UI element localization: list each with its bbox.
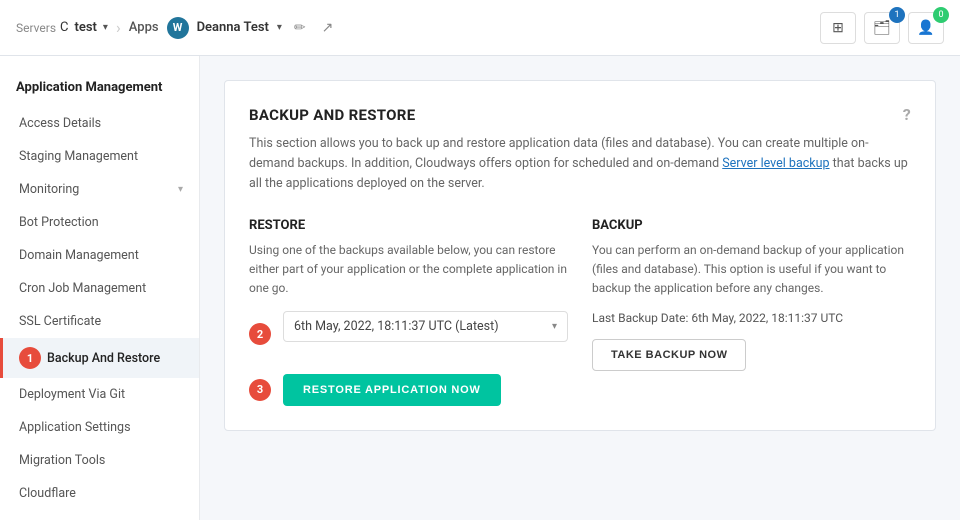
sidebar-item-domain-management[interactable]: Domain Management <box>0 239 199 272</box>
sidebar-item-deployment[interactable]: Deployment Via Git <box>0 378 199 411</box>
inbox-icon: 🗂 <box>873 20 891 36</box>
sidebar-item-label: Migration Tools <box>19 453 105 468</box>
inbox-button[interactable]: 🗂 1 <box>864 12 900 44</box>
sidebar-item-migration[interactable]: Migration Tools <box>0 444 199 477</box>
servers-label: Servers <box>16 21 56 35</box>
apps-section: Apps <box>129 20 163 35</box>
sidebar-item-label: Staging Management <box>19 149 138 164</box>
apps-label: Apps <box>129 20 159 35</box>
edit-icon[interactable]: ✏ <box>290 18 310 38</box>
sidebar-item-cron-job[interactable]: Cron Job Management <box>0 272 199 305</box>
sidebar-item-label: Backup And Restore <box>47 351 160 366</box>
top-navigation: Servers C test ▾ › Apps W Deanna Test ▾ … <box>0 0 960 56</box>
servers-section: Servers <box>16 21 56 35</box>
user-icon: 👤 <box>917 20 934 36</box>
chevron-down-icon: ▾ <box>178 184 183 195</box>
sidebar-item-ssl[interactable]: SSL Certificate <box>0 305 199 338</box>
user-badge: 0 <box>933 7 949 23</box>
sidebar-badge-1: 1 <box>19 347 41 369</box>
nav-right-controls: ⊞ 🗂 1 👤 0 <box>820 12 944 44</box>
sidebar-item-bot-protection[interactable]: Bot Protection <box>0 206 199 239</box>
restore-description: Using one of the backups available below… <box>249 241 568 299</box>
backup-dropdown[interactable]: 6th May, 2022, 18:11:37 UTC (Latest) ▾ <box>283 311 568 342</box>
section-heading: BACKUP AND RESTORE <box>249 106 415 124</box>
page-layout: Application Management Access Details St… <box>0 56 960 520</box>
app-name: Deanna Test <box>197 20 269 35</box>
nav-separator: › <box>116 18 121 37</box>
sidebar-item-label: Monitoring <box>19 182 79 197</box>
restore-application-button[interactable]: RESTORE APPLICATION NOW <box>283 374 501 406</box>
restore-section: RESTORE Using one of the backups availab… <box>249 218 568 406</box>
grid-view-button[interactable]: ⊞ <box>820 12 856 44</box>
sidebar-item-backup-restore[interactable]: 1 Backup And Restore <box>0 338 199 378</box>
server-level-backup-link[interactable]: Server level backup <box>722 156 829 171</box>
sidebar-item-label: Deployment Via Git <box>19 387 125 402</box>
server-icon: C <box>60 20 68 35</box>
last-backup-date: Last Backup Date: 6th May, 2022, 18:11:3… <box>592 311 911 325</box>
section-title: BACKUP AND RESTORE ? <box>249 105 911 124</box>
restore-step-3-badge: 3 <box>249 379 271 401</box>
sidebar-item-label: Cloudflare <box>19 486 76 501</box>
two-column-section: RESTORE Using one of the backups availab… <box>249 218 911 406</box>
app-dropdown-arrow[interactable]: ▾ <box>277 22 282 33</box>
section-description: This section allows you to back up and r… <box>249 134 911 194</box>
sidebar-item-label: SSL Certificate <box>19 314 101 329</box>
help-icon[interactable]: ? <box>903 105 911 124</box>
sidebar-item-access-details[interactable]: Access Details <box>0 107 199 140</box>
sidebar-item-label: Bot Protection <box>19 215 99 230</box>
sidebar-item-app-settings[interactable]: Application Settings <box>0 411 199 444</box>
sidebar-item-label: Application Settings <box>19 420 131 435</box>
restore-step-2-badge: 2 <box>249 323 271 345</box>
user-button[interactable]: 👤 0 <box>908 12 944 44</box>
backup-title: BACKUP <box>592 218 911 233</box>
backup-description: You can perform an on-demand backup of y… <box>592 241 911 299</box>
sidebar-item-monitoring[interactable]: Monitoring ▾ <box>0 173 199 206</box>
server-dropdown-arrow[interactable]: ▾ <box>103 22 108 33</box>
sidebar-section-title: Application Management <box>0 72 199 107</box>
wp-icon: W <box>167 17 189 39</box>
dropdown-selected-value: 6th May, 2022, 18:11:37 UTC (Latest) <box>294 319 499 334</box>
external-link-icon[interactable]: ↗ <box>318 18 338 38</box>
sidebar-item-cloudflare[interactable]: Cloudflare <box>0 477 199 510</box>
main-content: BACKUP AND RESTORE ? This section allows… <box>200 56 960 520</box>
sidebar-item-label: Access Details <box>19 116 101 131</box>
sidebar-item-label: Cron Job Management <box>19 281 146 296</box>
take-backup-button[interactable]: TAKE BACKUP NOW <box>592 339 746 371</box>
backup-section: BACKUP You can perform an on-demand back… <box>592 218 911 406</box>
inbox-badge: 1 <box>889 7 905 23</box>
grid-icon: ⊞ <box>832 20 844 36</box>
sidebar-item-label: Domain Management <box>19 248 139 263</box>
restore-title: RESTORE <box>249 218 568 233</box>
sidebar-item-staging[interactable]: Staging Management <box>0 140 199 173</box>
server-name: test <box>75 20 97 35</box>
backup-restore-card: BACKUP AND RESTORE ? This section allows… <box>224 80 936 431</box>
sidebar: Application Management Access Details St… <box>0 56 200 520</box>
dropdown-arrow-icon: ▾ <box>552 321 557 332</box>
